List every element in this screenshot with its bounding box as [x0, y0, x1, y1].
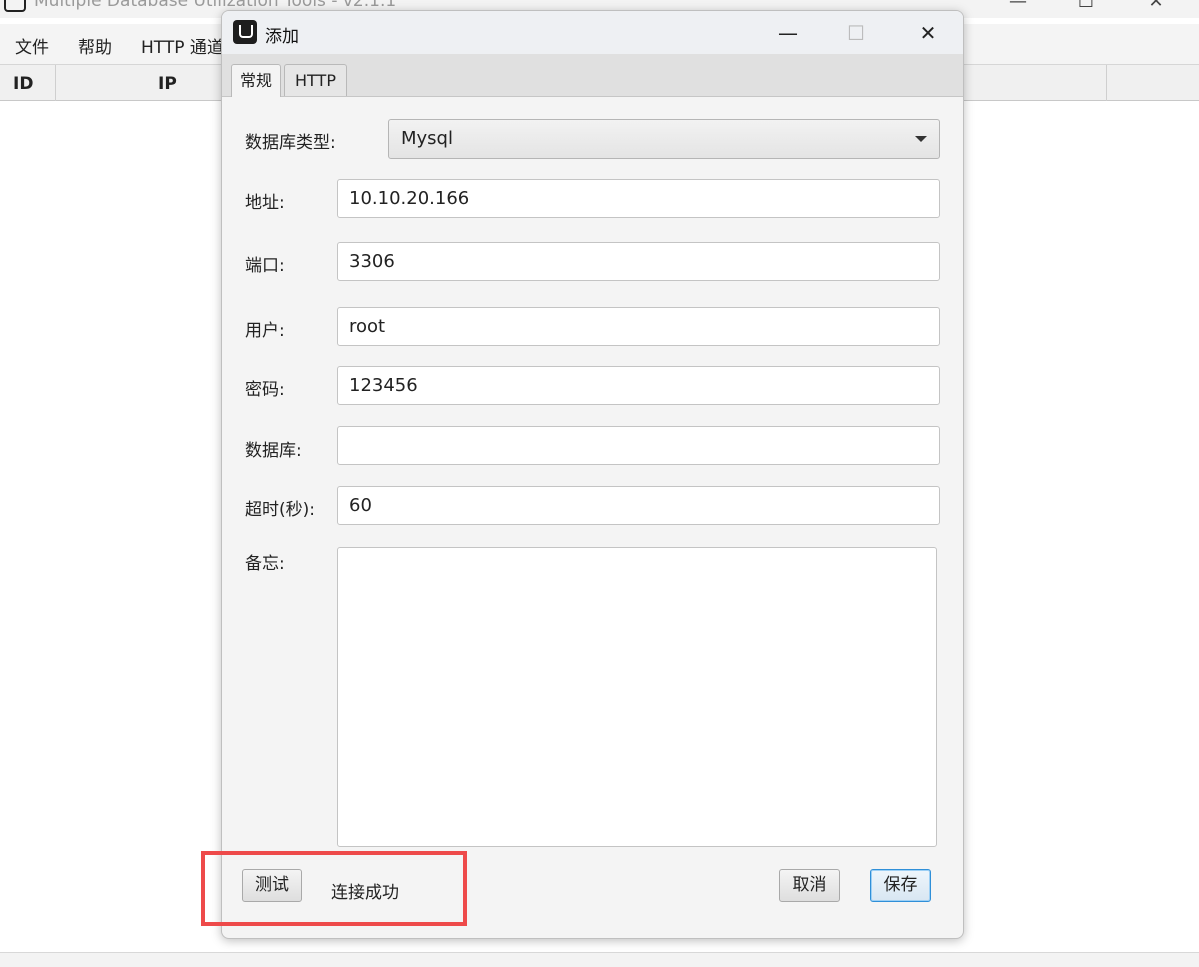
main-close-button[interactable]: ✕	[1136, 0, 1176, 15]
main-maximize-button[interactable]: ☐	[1066, 0, 1106, 15]
db-type-label: 数据库类型:	[245, 133, 336, 153]
memo-textarea[interactable]	[337, 547, 937, 847]
dialog-minimize-button[interactable]: —	[765, 17, 811, 49]
address-input[interactable]: 10.10.20.166	[337, 179, 940, 218]
port-input[interactable]: 3306	[337, 242, 940, 281]
app-logo-icon	[4, 0, 26, 12]
cancel-button[interactable]: 取消	[779, 869, 840, 902]
column-header-id[interactable]: ID	[13, 74, 33, 94]
db-type-value: Mysql	[401, 128, 453, 149]
main-minimize-button[interactable]: —	[998, 0, 1038, 15]
menu-help[interactable]: 帮助	[78, 33, 112, 58]
chevron-down-icon	[915, 136, 927, 142]
memo-label: 备忘:	[245, 554, 285, 574]
column-divider	[1106, 65, 1107, 101]
database-label: 数据库:	[245, 441, 302, 461]
dialog-close-button[interactable]: ✕	[905, 17, 951, 49]
menu-file[interactable]: 文件	[15, 33, 49, 58]
user-label: 用户:	[245, 321, 285, 341]
tab-general[interactable]: 常规	[231, 64, 281, 97]
user-input[interactable]: root	[337, 307, 940, 346]
dialog-tab-bar: 常规 HTTP	[222, 54, 963, 97]
main-status-bar	[0, 952, 1199, 967]
dialog-title: 添加	[265, 27, 299, 47]
annotation-highlight-box	[201, 851, 467, 926]
tab-http[interactable]: HTTP	[284, 64, 347, 96]
dialog-titlebar: 添加 — ☐ ✕	[222, 11, 963, 54]
menu-http-tunnel[interactable]: HTTP 通道	[141, 33, 224, 58]
save-button[interactable]: 保存	[870, 869, 931, 902]
db-type-select[interactable]: Mysql	[388, 119, 940, 159]
address-label: 地址:	[245, 193, 285, 213]
column-divider	[55, 65, 56, 101]
add-connection-dialog: 添加 — ☐ ✕ 常规 HTTP 数据库类型: Mysql 地址: 10.10.…	[221, 10, 964, 939]
column-header-ip[interactable]: IP	[158, 74, 177, 94]
dialog-maximize-button: ☐	[847, 21, 865, 45]
timeout-input[interactable]: 60	[337, 486, 940, 525]
database-input[interactable]	[337, 426, 940, 465]
password-input[interactable]: 123456	[337, 366, 940, 405]
dialog-app-icon	[233, 20, 257, 44]
port-label: 端口:	[245, 256, 285, 276]
timeout-label: 超时(秒):	[245, 500, 315, 520]
password-label: 密码:	[245, 380, 285, 400]
